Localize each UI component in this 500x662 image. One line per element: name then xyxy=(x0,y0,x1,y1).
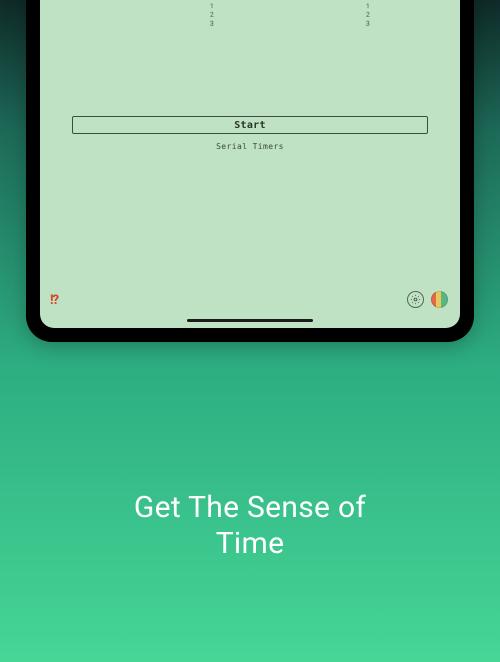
serial-timers-link[interactable]: Serial Timers xyxy=(40,142,460,151)
headline: Get The Sense of Time xyxy=(0,490,500,562)
theme-icon[interactable] xyxy=(431,291,448,308)
help-icon[interactable]: !? xyxy=(50,293,58,308)
tablet-screen: 26 28 29 30 1 2 3 26 28 29 30 1 2 3 Star… xyxy=(40,0,460,328)
tablet-frame: 26 28 29 30 1 2 3 26 28 29 30 1 2 3 Star… xyxy=(26,0,474,342)
picker-tick: 1 xyxy=(355,2,380,10)
home-indicator xyxy=(187,319,313,322)
picker-tick: 3 xyxy=(199,19,226,28)
headline-line-2: Time xyxy=(216,526,285,561)
promo-stage: 26 28 29 30 1 2 3 26 28 29 30 1 2 3 Star… xyxy=(0,0,500,662)
picker-tick: 2 xyxy=(355,10,381,19)
time-picker-left[interactable]: 26 28 29 30 1 2 3 xyxy=(199,0,226,28)
headline-line-1: Get The Sense of xyxy=(134,490,366,525)
gear-icon[interactable] xyxy=(407,291,424,308)
picker-tick: 2 xyxy=(199,10,225,19)
picker-tick: 3 xyxy=(355,19,382,28)
picker-tick: 1 xyxy=(199,2,224,10)
time-picker-right[interactable]: 26 28 29 30 1 2 3 xyxy=(355,0,382,28)
start-button[interactable]: Start xyxy=(72,116,428,134)
